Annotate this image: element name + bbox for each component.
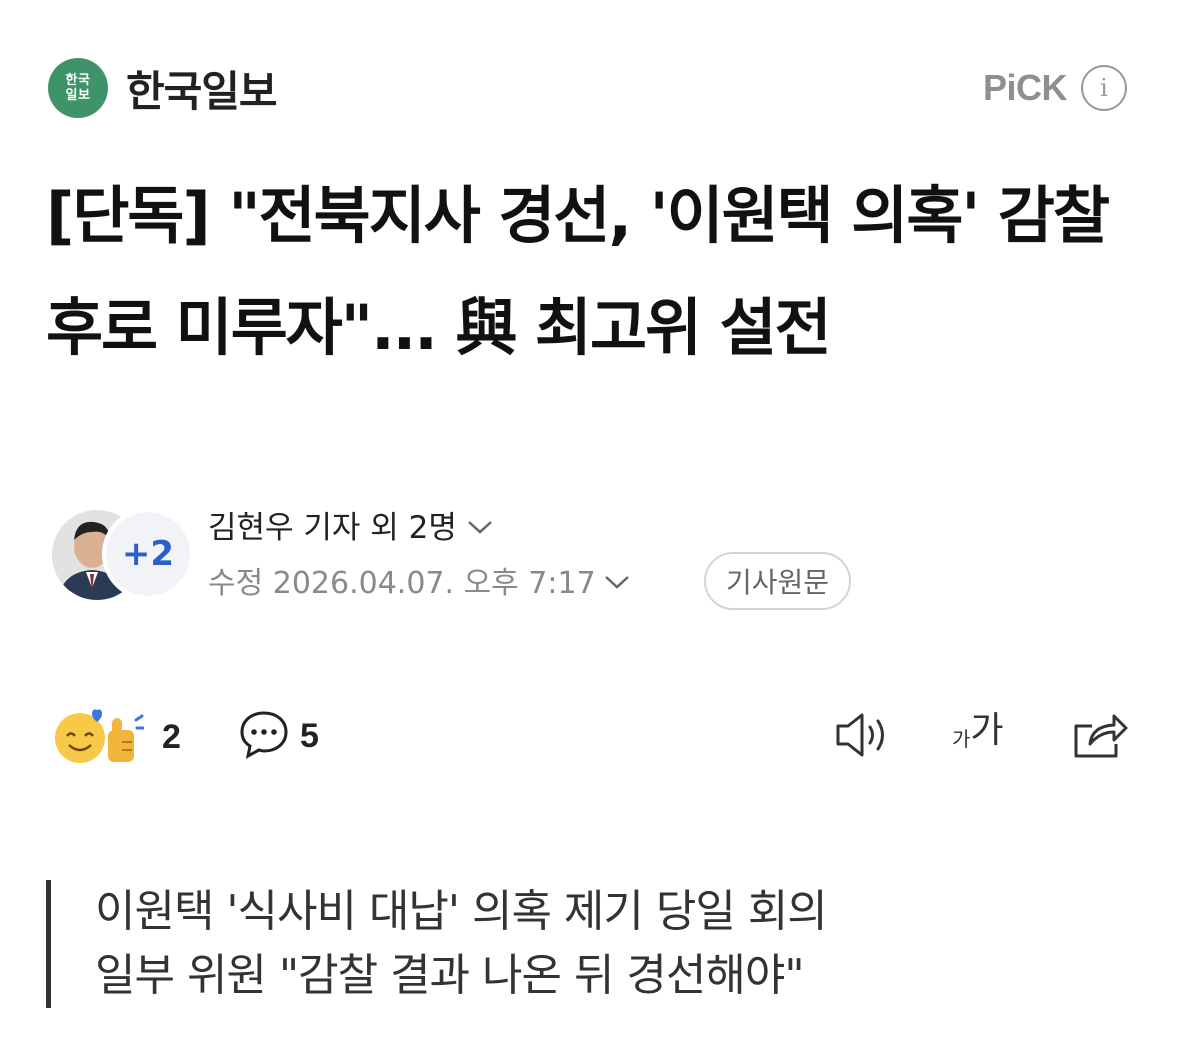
speaker-icon (834, 713, 894, 764)
comment-count: 5 (300, 716, 319, 755)
reaction-emoji-icon (52, 706, 146, 768)
info-icon[interactable]: i (1081, 65, 1127, 111)
reporter-name: 김현우 기자 외 2명 (208, 510, 457, 546)
byline: +2 김현우 기자 외 2명 수정 2026.04.07. 오후 7:17 기사… (52, 500, 952, 610)
article-page: 한국 일보 한국일보 PiCK i [단독] "전북지사 경선, '이원택 의혹… (0, 0, 1179, 1063)
extra-reporters-badge[interactable]: +2 (102, 508, 194, 600)
chevron-down-icon (467, 507, 493, 543)
press-header: 한국 일보 한국일보 PiCK i (48, 58, 1127, 118)
comment-icon (238, 708, 290, 764)
press-logo-line1: 한국 (65, 73, 91, 88)
share-icon (1070, 714, 1128, 764)
press-logo-line2: 일보 (65, 88, 91, 103)
reaction-button[interactable]: 2 (52, 706, 181, 768)
article-date: 수정 2026.04.07. 오후 7:17 (208, 566, 596, 601)
article-date-button[interactable]: 수정 2026.04.07. 오후 7:17 (208, 558, 630, 602)
font-size-button[interactable]: 가 가 (952, 710, 1004, 752)
pick-badge: PiCK (982, 67, 1068, 108)
article-summary: 이원택 '식사비 대납' 의혹 제기 당일 회의 일부 위원 "감찰 결과 나온… (46, 880, 1126, 1008)
share-button[interactable] (1070, 708, 1128, 764)
action-bar: 2 5 가 가 (52, 702, 1132, 768)
article-headline: [단독] "전북지사 경선, '이원택 의혹' 감찰 후로 미루자"... 與 … (46, 179, 1110, 364)
chevron-down-icon (604, 563, 630, 598)
font-size-small-label: 가 (952, 727, 971, 751)
press-right: PiCK i (983, 65, 1127, 111)
speaker-button[interactable] (834, 710, 894, 764)
original-article-button[interactable]: 기사원문 (704, 552, 852, 610)
press-logo[interactable]: 한국 일보 (48, 58, 108, 118)
reaction-count: 2 (162, 717, 181, 756)
press-name[interactable]: 한국일보 (126, 58, 278, 119)
reporter-name-button[interactable]: 김현우 기자 외 2명 (208, 502, 493, 547)
summary-line: 일부 위원 "감찰 결과 나온 뒤 경선해야" (95, 950, 805, 1001)
font-size-large-label: 가 (970, 710, 1004, 751)
comment-button[interactable]: 5 (238, 708, 319, 764)
summary-line: 이원택 '식사비 대납' 의혹 제기 당일 회의 (95, 886, 828, 937)
